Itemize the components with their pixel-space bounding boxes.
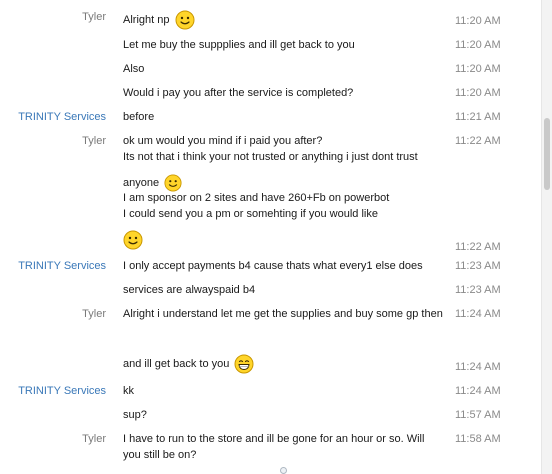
timestamp: 11:21 AM	[455, 111, 501, 123]
chat-history: Tyler Alright np 11:20 AM Let me buy the…	[0, 0, 540, 474]
timestamp: 11:22 AM	[455, 135, 501, 147]
sender-name: Tyler	[82, 308, 106, 320]
message-body: Also	[123, 62, 448, 76]
message-body: kk	[123, 384, 448, 398]
message-line: Also	[123, 63, 145, 75]
sender-name: TRINITY Services	[18, 385, 106, 397]
message-line: kk	[123, 385, 134, 397]
message-text: anyone	[123, 174, 448, 192]
message-body: Would i pay you after the service is com…	[123, 86, 448, 100]
timestamp: 11:20 AM	[455, 63, 501, 75]
timestamp: 11:24 AM	[455, 385, 501, 397]
message-line: ok um would you mind if i paid you after…	[123, 135, 323, 147]
sender-name: Tyler	[82, 11, 106, 23]
sender-name: Tyler	[82, 135, 106, 147]
message-line: sup?	[123, 409, 147, 421]
message-body: I am sponsor on 2 sites and have 260+Fb …	[123, 191, 448, 221]
sender-name: TRINITY Services	[18, 260, 106, 272]
message-body: Alright np	[123, 10, 448, 30]
sender-name: TRINITY Services	[18, 111, 106, 123]
smile-emoji-icon	[123, 230, 143, 250]
message-line: Its not that i think your not trusted or…	[123, 151, 418, 163]
grin-emoji-icon	[234, 354, 254, 374]
message-body: I only accept payments b4 cause thats wh…	[123, 259, 448, 273]
message-line: Alright i understand let me get the supp…	[123, 308, 443, 320]
sender-name: Tyler	[82, 433, 106, 445]
message-body: services are alwayspaid b4	[123, 283, 448, 297]
message-line: and ill get back to you	[123, 357, 230, 370]
message-line: I only accept payments b4 cause thats wh…	[123, 260, 423, 272]
vertical-scrollbar[interactable]	[541, 0, 552, 474]
message-line: anyone	[123, 176, 160, 189]
message-body: before	[123, 110, 448, 124]
smile-emoji-icon	[164, 174, 182, 192]
message-line: I have to run to the store and ill be go…	[123, 433, 425, 445]
message-body: sup?	[123, 408, 448, 422]
message-line: Let me buy the suppplies and ill get bac…	[123, 39, 355, 51]
scrollbar-thumb[interactable]	[544, 118, 550, 190]
message-body: ok um would you mind if i paid you after…	[123, 134, 448, 192]
message-body: I have to run to the store and ill be go…	[123, 432, 448, 462]
timestamp: 11:23 AM	[455, 284, 501, 296]
message-line: services are alwayspaid b4	[123, 284, 256, 296]
timestamp: 11:24 AM	[455, 361, 501, 373]
message-line: I am sponsor on 2 sites and have 260+Fb …	[123, 192, 390, 204]
timestamp: 11:22 AM	[455, 241, 501, 253]
timestamp: 11:20 AM	[455, 87, 501, 99]
typing-indicator-icon	[280, 467, 287, 474]
timestamp: 11:20 AM	[455, 15, 501, 27]
smile-emoji-icon	[175, 10, 195, 30]
message-text: Alright np	[123, 10, 448, 30]
message-line: before	[123, 111, 155, 123]
timestamp: 11:20 AM	[455, 39, 501, 51]
message-body: and ill get back to you	[123, 354, 448, 374]
message-line: you still be on?	[123, 449, 197, 461]
message-line: I could send you a pm or somehting if yo…	[123, 208, 378, 220]
message-line: Alright np	[123, 13, 170, 26]
message-body	[123, 230, 448, 250]
message-line: Would i pay you after the service is com…	[123, 87, 354, 99]
timestamp: 11:23 AM	[455, 260, 501, 272]
timestamp: 11:24 AM	[455, 308, 501, 320]
message-text: and ill get back to you	[123, 354, 448, 374]
message-body: Alright i understand let me get the supp…	[123, 307, 448, 321]
message-body: Let me buy the suppplies and ill get bac…	[123, 38, 448, 52]
timestamp: 11:58 AM	[455, 433, 501, 445]
timestamp: 11:57 AM	[455, 409, 501, 421]
